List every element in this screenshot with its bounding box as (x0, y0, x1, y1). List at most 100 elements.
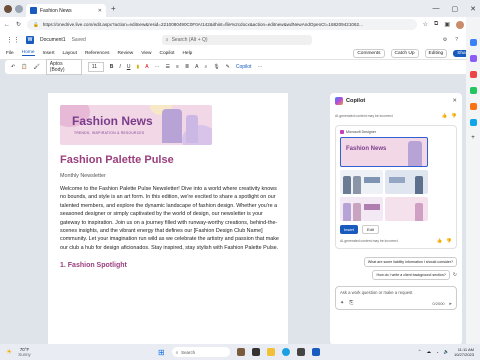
thumbs-up-icon[interactable]: 👍 (442, 113, 448, 119)
attach-icon[interactable]: ⎘ (349, 300, 353, 306)
close-window-button[interactable]: ✕ (470, 5, 476, 13)
new-tab-button[interactable]: + (111, 4, 116, 13)
thumbs-up-icon[interactable]: 👍 (437, 238, 443, 244)
menu-layout[interactable]: Layout (63, 51, 77, 56)
windows-start-icon[interactable]: ⊞ (158, 348, 165, 357)
edit-button[interactable]: Edit (362, 225, 379, 234)
menu-review[interactable]: Review (117, 51, 133, 56)
sparkle-icon[interactable]: ✦ (340, 300, 344, 306)
banner-image[interactable]: Fashion News TRENDS, INSPIRATION & RESOU… (60, 105, 212, 145)
task-view-icon[interactable] (251, 348, 260, 356)
favorite-icon[interactable]: ☆ (423, 21, 428, 28)
collections-icon[interactable]: ▣ (444, 21, 450, 28)
back-icon[interactable]: ← (4, 22, 10, 28)
url-field[interactable]: 🔒 https://onedrive.live.com/edit.aspx?ac… (27, 19, 417, 30)
store-icon[interactable] (296, 348, 305, 356)
search-icon: ⌕ (165, 36, 169, 43)
network-icon[interactable]: ☁ (426, 349, 430, 355)
address-bar-row: ← ↻ 🔒 https://onedrive.live.com/edit.asp… (0, 17, 480, 32)
menu-references[interactable]: References (85, 51, 110, 56)
more-format-icon[interactable]: ⋯ (155, 64, 160, 70)
undo-icon[interactable]: ↶ (11, 64, 15, 70)
clock[interactable]: 11:11 AM 10/27/2023 (454, 347, 474, 357)
office-icon[interactable] (469, 103, 477, 110)
outlook-icon[interactable] (469, 119, 477, 126)
refresh-icon[interactable]: ↻ (16, 21, 21, 28)
dictate-icon[interactable]: 🎙 (213, 64, 219, 70)
design-option[interactable] (340, 197, 383, 221)
workspaces-icon[interactable] (15, 4, 23, 13)
refresh-suggestions-icon[interactable]: ↻ (453, 272, 457, 278)
games-icon[interactable] (469, 87, 477, 94)
tools-icon[interactable] (469, 71, 477, 78)
design-option[interactable] (385, 170, 428, 194)
insert-button[interactable]: Insert (340, 225, 359, 234)
maximize-button[interactable]: ▢ (452, 5, 459, 13)
menu-file[interactable]: File (6, 51, 14, 56)
doc-name[interactable]: Document1 (40, 37, 66, 43)
design-option[interactable] (340, 170, 383, 194)
copilot-ask-input[interactable]: Ask a work question or make a request ✦ … (335, 286, 457, 310)
font-size-select[interactable]: 11 (87, 62, 104, 72)
word-icon[interactable] (311, 348, 320, 356)
design-option[interactable] (385, 197, 428, 221)
close-icon[interactable]: ✕ (452, 98, 457, 104)
url-text: https://onedrive.live.com/edit.aspx?acti… (42, 22, 363, 27)
bold-icon[interactable]: B (110, 64, 114, 70)
menu-insert[interactable]: Insert (43, 51, 55, 56)
font-color-icon[interactable]: A (145, 64, 148, 70)
thumbs-down-icon[interactable]: 👎 (446, 238, 452, 244)
comments-button[interactable]: Comments (353, 48, 385, 58)
highlight-icon[interactable]: ▮ (136, 64, 139, 70)
underline-icon[interactable]: U (127, 64, 131, 70)
close-tab-icon[interactable]: ✕ (98, 8, 102, 14)
search-icon[interactable] (469, 39, 477, 46)
add-icon[interactable]: + (471, 135, 475, 141)
settings-icon[interactable]: ⚙ (443, 37, 447, 43)
word-tab-icon (30, 7, 37, 14)
edge-icon[interactable] (281, 348, 290, 356)
profile-icon[interactable] (4, 4, 12, 13)
document-page[interactable]: Fashion News TRENDS, INSPIRATION & RESOU… (48, 93, 288, 348)
bullets-icon[interactable]: ☰ (166, 64, 170, 70)
volume-icon[interactable]: 🔈 (444, 349, 449, 355)
numbering-icon[interactable]: ≡ (176, 64, 179, 70)
find-icon[interactable]: ⌕ (205, 64, 208, 70)
search-input[interactable]: ⌕ Search (Alt + Q) (161, 34, 312, 45)
avatar[interactable] (456, 20, 464, 29)
wifi-icon[interactable]: ◔ (436, 350, 439, 355)
styles-icon[interactable]: A (195, 64, 198, 70)
thumb-label-bar (364, 204, 380, 210)
weather-widget[interactable]: 70°F Sunny (18, 347, 30, 357)
app-launcher-icon[interactable]: ⋮⋮ (6, 36, 20, 44)
shopping-icon[interactable] (469, 55, 477, 62)
help-icon[interactable]: ? (455, 37, 458, 43)
browser-tab[interactable]: Fashion News ✕ (26, 4, 106, 17)
taskbar-search[interactable]: ⌕ Search (171, 347, 230, 357)
format-painter-icon[interactable]: 🖌 (33, 64, 39, 70)
menu-home[interactable]: Home (21, 50, 35, 56)
menu-view[interactable]: View (141, 51, 151, 56)
minimize-button[interactable]: — (433, 5, 440, 12)
menu-copilot[interactable]: Copilot (160, 51, 175, 56)
extensions-icon[interactable]: ⧉ (434, 21, 438, 28)
thumbs-down-icon[interactable]: 👎 (451, 113, 457, 119)
fashion-model-figure (186, 115, 198, 143)
align-icon[interactable]: ≣ (185, 64, 189, 70)
send-icon[interactable]: ➤ (449, 301, 452, 306)
suggestion-chip[interactable]: What are some liability information I sh… (363, 257, 457, 267)
tray-chevron-icon[interactable]: ⌃ (418, 349, 422, 355)
widgets-icon[interactable] (236, 348, 245, 356)
ribbon-more-icon[interactable]: ⋯ (257, 64, 262, 70)
italic-icon[interactable]: I (119, 64, 120, 70)
design-option-selected[interactable]: Fashion News (340, 137, 428, 167)
paste-icon[interactable]: 📋 (21, 64, 27, 70)
ribbon-copilot-button[interactable]: Copilot (236, 64, 252, 70)
editing-button[interactable]: Editing (424, 48, 448, 58)
file-explorer-icon[interactable] (266, 348, 275, 356)
font-family-select[interactable]: Aptos (Body) (45, 59, 82, 75)
designer-icon[interactable]: ✎ (226, 64, 230, 70)
catchup-button[interactable]: Catch Up (390, 48, 419, 58)
suggestion-chip[interactable]: How do I write a client background secti… (372, 270, 450, 280)
menu-help[interactable]: Help (182, 51, 192, 56)
